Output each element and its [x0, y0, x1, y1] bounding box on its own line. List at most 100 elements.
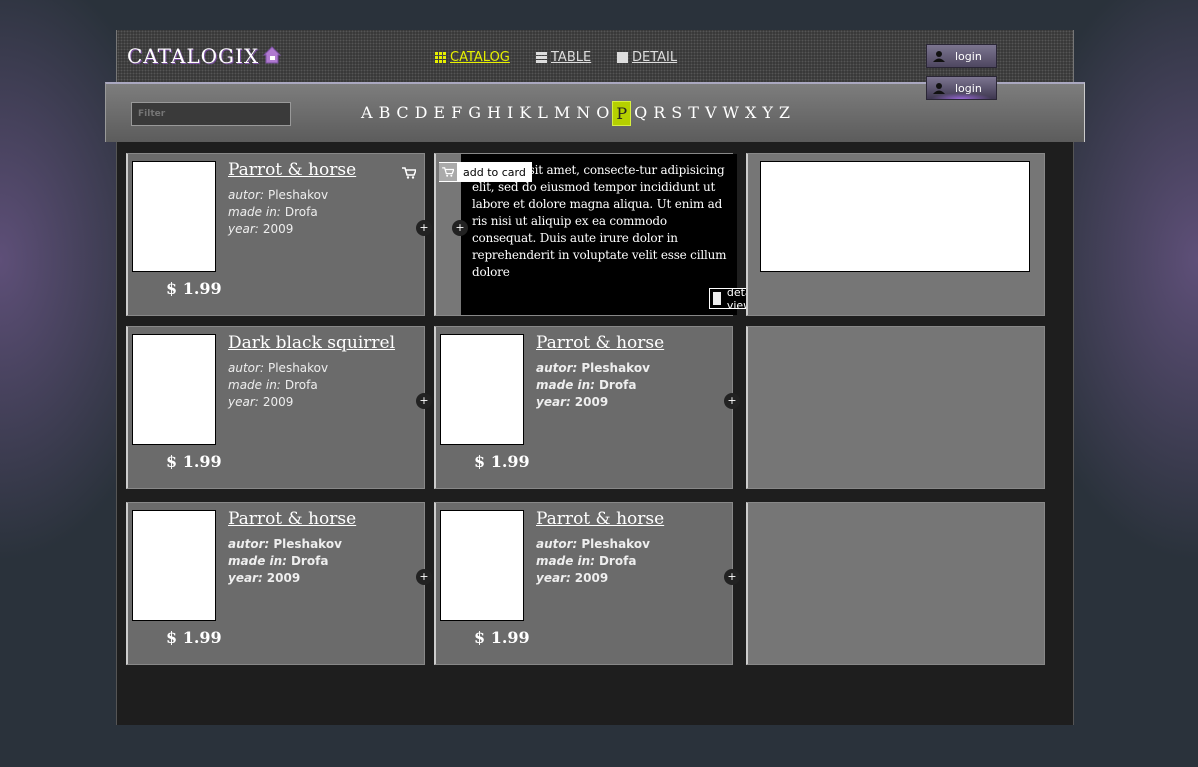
expand-icon[interactable]: + — [452, 220, 468, 236]
letter-s[interactable]: S — [668, 101, 685, 126]
value: 2009 — [574, 395, 609, 409]
expand-icon[interactable]: + — [724, 569, 740, 585]
product-author: autor: Pleshakov — [536, 537, 650, 551]
letter-l[interactable]: L — [534, 101, 551, 126]
label: made in: — [228, 554, 287, 568]
letter-z[interactable]: Z — [776, 101, 793, 126]
letter-b[interactable]: B — [376, 101, 394, 126]
letter-c[interactable]: C — [393, 101, 411, 126]
letter-y[interactable]: Y — [759, 101, 776, 126]
empty-card — [746, 153, 1045, 316]
product-price: $ 1.99 — [166, 452, 222, 471]
product-year: year: 2009 — [228, 222, 293, 236]
nav-catalog[interactable]: CATALOG — [435, 50, 510, 65]
value: Pleshakov — [581, 537, 650, 551]
product-card[interactable]: Dark black squirrel autor: Pleshakov made… — [126, 326, 432, 489]
label: year: — [228, 395, 259, 409]
product-image[interactable] — [440, 334, 524, 445]
nav-label: CATALOG — [450, 50, 510, 65]
cart-icon[interactable] — [402, 164, 418, 179]
value: Drofa — [598, 554, 637, 568]
nav-table[interactable]: TABLE — [536, 50, 591, 65]
logo: CATALOGIX — [127, 44, 260, 68]
letter-a[interactable]: A — [358, 101, 376, 126]
letter-h[interactable]: H — [484, 101, 504, 126]
label: autor: — [536, 537, 578, 551]
cart-icon — [439, 163, 457, 181]
product-publisher: made in: Drofa — [228, 378, 318, 392]
product-price: $ 1.99 — [474, 628, 530, 647]
letter-f[interactable]: F — [448, 101, 465, 126]
letter-w[interactable]: W — [720, 101, 742, 126]
label: autor: — [228, 361, 264, 375]
letter-p[interactable]: P — [612, 101, 632, 126]
letter-x[interactable]: X — [742, 101, 759, 126]
letter-m[interactable]: M — [551, 101, 573, 126]
product-card[interactable]: Parrot & horse autor: Pleshakov made in: D… — [126, 502, 432, 665]
value: Drofa — [284, 205, 318, 219]
value: Pleshakov — [273, 537, 342, 551]
product-card[interactable]: um dolor sit amet, consecte-tur adipisic… — [434, 153, 770, 316]
product-title[interactable]: Parrot & horse — [536, 509, 664, 529]
label: year: — [536, 571, 571, 585]
product-author: autor: Pleshakov — [536, 361, 650, 375]
product-publisher: made in: Drofa — [536, 554, 636, 568]
letter-n[interactable]: N — [573, 101, 593, 126]
value: Pleshakov — [267, 188, 329, 202]
value: Drofa — [284, 378, 318, 392]
product-publisher: made in: Drofa — [228, 205, 318, 219]
empty-card — [746, 502, 1045, 665]
alphabet-nav: ABCDEFGHIKLMNOPQRSTVWXYZ — [358, 101, 793, 126]
product-image — [760, 161, 1030, 272]
product-author: autor: Pleshakov — [228, 537, 342, 551]
letter-k[interactable]: K — [516, 101, 534, 126]
login-label: login — [955, 81, 982, 95]
label: year: — [536, 395, 571, 409]
square-icon — [617, 52, 628, 63]
expand-icon[interactable]: + — [724, 393, 740, 409]
product-card[interactable]: Parrot & horse autor: Pleshakov made in: D… — [434, 326, 740, 489]
value: Pleshakov — [581, 361, 650, 375]
list-icon — [536, 52, 547, 63]
expand-icon[interactable]: + — [416, 393, 432, 409]
home-icon[interactable] — [263, 46, 281, 64]
value: Pleshakov — [267, 361, 329, 375]
product-title[interactable]: Parrot & horse — [228, 509, 356, 529]
product-card[interactable]: Parrot & horse autor: Pleshakov made in: D… — [126, 153, 432, 316]
product-title[interactable]: Parrot & horse — [536, 333, 664, 353]
nav-detail[interactable]: DETAIL — [617, 50, 677, 65]
product-image[interactable] — [132, 334, 216, 445]
product-image[interactable] — [440, 510, 524, 621]
letter-t[interactable]: T — [685, 101, 702, 126]
letter-i[interactable]: I — [504, 101, 516, 126]
letter-q[interactable]: Q — [631, 101, 650, 126]
product-image[interactable] — [132, 161, 216, 272]
letter-o[interactable]: O — [593, 101, 612, 126]
letter-r[interactable]: R — [650, 101, 668, 126]
letter-e[interactable]: E — [430, 101, 448, 126]
login-button[interactable]: login — [926, 44, 997, 68]
product-price: $ 1.99 — [474, 452, 530, 471]
product-image[interactable] — [132, 510, 216, 621]
product-publisher: made in: Drofa — [228, 554, 328, 568]
label: autor: — [228, 537, 270, 551]
nav-label: DETAIL — [632, 50, 678, 65]
login-button-hover[interactable]: login — [926, 76, 997, 100]
label: made in: — [536, 378, 595, 392]
product-title[interactable]: Parrot & horse — [228, 160, 356, 180]
letter-v[interactable]: V — [702, 101, 720, 126]
filter-input[interactable] — [131, 102, 291, 126]
login-label: login — [955, 49, 982, 63]
value: 2009 — [574, 571, 609, 585]
value: 2009 — [262, 222, 294, 236]
expand-icon[interactable]: + — [416, 569, 432, 585]
expand-icon[interactable]: + — [416, 220, 432, 236]
label: year: — [228, 571, 263, 585]
add-to-cart-button[interactable]: add to card — [439, 162, 532, 182]
product-year: year: 2009 — [228, 571, 300, 585]
product-title[interactable]: Dark black squirrel — [228, 333, 395, 353]
value: Drofa — [290, 554, 329, 568]
product-card[interactable]: Parrot & horse autor: Pleshakov made in: D… — [434, 502, 740, 665]
letter-d[interactable]: D — [412, 101, 431, 126]
letter-g[interactable]: G — [465, 101, 484, 126]
